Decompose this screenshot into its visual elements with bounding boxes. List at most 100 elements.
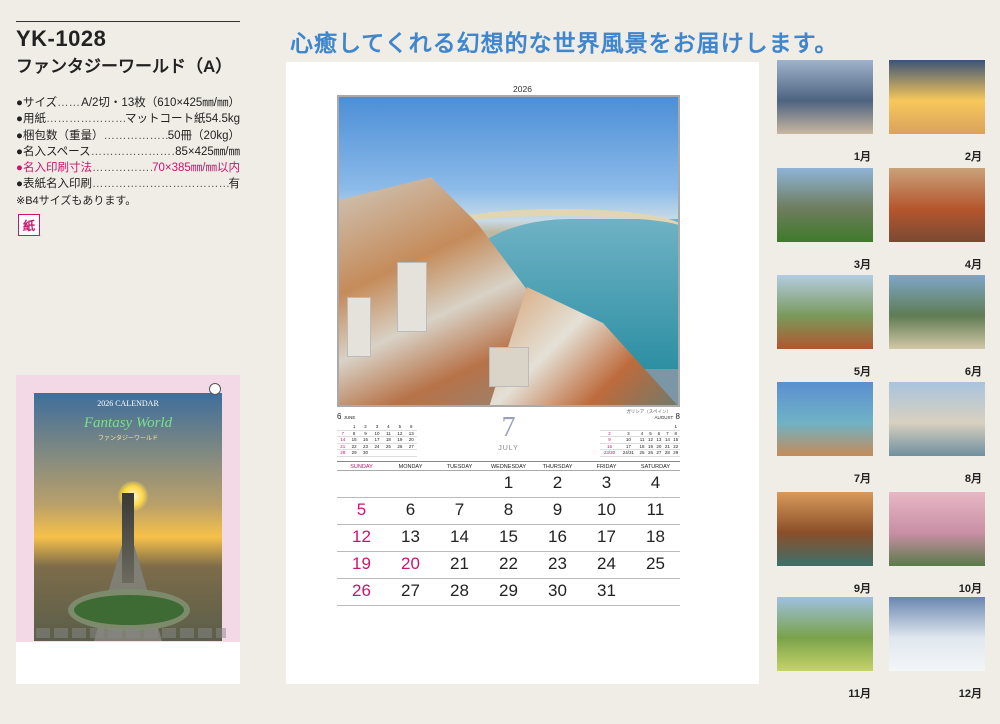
mini-day: 29 [671, 449, 680, 457]
day-number: 1 [503, 473, 514, 492]
day-number: 9 [552, 500, 563, 519]
day-cell: 27 [386, 579, 435, 605]
building-image [347, 297, 371, 357]
dot-leader [91, 144, 176, 160]
mini-month-name: AUGUST [654, 415, 674, 420]
month-photo [337, 95, 680, 407]
day-number: 14 [450, 527, 469, 546]
day-cell: 21 [435, 552, 484, 578]
headline: 心癒してくれる幻想的な世界風景をお届けします。 [290, 30, 839, 56]
dot-leader [46, 111, 125, 127]
day-number: 7 [454, 500, 465, 519]
day-number: 15 [499, 527, 518, 546]
mini-day: 28 [663, 449, 672, 457]
month-thumbnail: 10月 [883, 492, 985, 595]
spec-row: ●梱包数（重量） 50冊（20kg） [16, 128, 240, 144]
spec-row: ●名入印刷寸法 70×385㎜/㎜以内 [16, 160, 240, 176]
day-number: 4 [650, 473, 661, 492]
dot-leader [57, 95, 81, 111]
day-cell: 29 [484, 579, 533, 605]
thumbnail-image [889, 382, 985, 456]
day-cell: 6 [386, 498, 435, 524]
day-cell: 10 [582, 498, 631, 524]
month-thumbnail: 11月 [772, 597, 873, 700]
cover-name-space [16, 642, 240, 684]
thumbnail-month-label: 2月 [964, 151, 982, 163]
thumbnail-image [777, 60, 873, 134]
spec-row: ●表紙名入印刷 有 [16, 176, 240, 192]
thumbnail-image [777, 275, 873, 349]
spec-label: ●梱包数（重量） [16, 129, 104, 142]
mini-calendar-table: 1 2 3 4 5 6 7 8 9 10 11 12 13 14 15 16 17 18 19 20 21 22 23/30… [600, 424, 680, 457]
day-cell [435, 471, 484, 497]
day-cell: 15 [484, 525, 533, 551]
spec-value: 50冊（20kg） [167, 129, 240, 142]
cover-script-title: Fantasy World [83, 415, 173, 431]
day-number: 19 [352, 554, 371, 573]
day-cell: 30 [533, 579, 582, 605]
week-row: 19 20 21 22 23 24 25 [337, 552, 680, 579]
day-number: 8 [503, 500, 514, 519]
day-cell: 16 [533, 525, 582, 551]
day-cell: 11 [631, 498, 680, 524]
thumbnail-image [889, 275, 985, 349]
day-number: 27 [401, 581, 420, 600]
thumbnail-image [889, 60, 985, 134]
month-thumbnail: 5月 [772, 275, 873, 378]
mini-day: 27 [654, 449, 664, 457]
day-number: 26 [352, 581, 371, 600]
week-row: 1 2 3 4 [337, 471, 680, 498]
day-cell: 28 [435, 579, 484, 605]
dot-leader [92, 160, 152, 176]
day-number: 20 [401, 554, 420, 573]
day-cell: 18 [631, 525, 680, 551]
day-cell: 5 [337, 498, 386, 524]
calendar-year: 2026 [513, 84, 532, 94]
thumbnail-image [889, 492, 985, 566]
thumbnail-month-label: 10月 [958, 583, 982, 595]
spec-row: ●サイズ A/2切・13枚（610×425㎜/㎜） [16, 95, 240, 111]
day-number: 10 [597, 500, 616, 519]
day-number: 24 [597, 554, 616, 573]
week-row: 26 27 28 29 30 31 [337, 579, 680, 606]
cover-thumbnail: 2026 CALENDAR Fantasy World ファンタジーワールド [16, 375, 240, 684]
day-number: 23 [548, 554, 567, 573]
day-cell [631, 579, 680, 605]
thumbnail-image [777, 597, 873, 671]
month-thumbnail: 6月 [883, 275, 985, 378]
day-number: 25 [646, 554, 665, 573]
month-thumbnail: 9月 [772, 492, 873, 595]
spec-list: ●サイズ A/2切・13枚（610×425㎜/㎜） ●用紙 マットコート紙54.5kg… [16, 95, 240, 193]
spec-label: ●名入印刷寸法 [16, 162, 92, 175]
spec-label: ●名入スペース [16, 145, 91, 158]
thumbnail-image [777, 382, 873, 456]
day-number: 29 [499, 581, 518, 600]
mini-calendar-header: AUGUST 8 [600, 412, 680, 424]
thumbnail-image [889, 168, 985, 242]
day-number: 12 [352, 527, 371, 546]
day-number: 6 [405, 500, 416, 519]
day-cell: 25 [631, 552, 680, 578]
spec-value: 70×385㎜/㎜以内 [152, 162, 240, 175]
week-row: 12 13 14 15 16 17 18 [337, 525, 680, 552]
day-number: 17 [597, 527, 616, 546]
day-number: 22 [499, 554, 518, 573]
coastal-city-image [339, 97, 678, 405]
mini-day: 24/31 [618, 449, 638, 457]
day-cell: 23 [533, 552, 582, 578]
spec-value: マットコート紙54.5kg [124, 113, 240, 126]
building-image [397, 262, 427, 332]
spec-value: 有 [228, 178, 241, 191]
day-number: 18 [646, 527, 665, 546]
month-thumbnail: 1月 [772, 60, 873, 163]
thumbnail-month-label: 8月 [964, 473, 982, 485]
weekday-header-row: SUNDAY MONDAY TUESDAY WEDNESDAY THURSDAY FRID… [337, 461, 680, 471]
thumbnail-month-label: 11月 [848, 688, 871, 700]
thumbnail-month-label: 12月 [958, 688, 982, 700]
day-cell: 1 [484, 471, 533, 497]
day-number: 30 [548, 581, 567, 600]
spec-label: ●表紙名入印刷 [16, 178, 92, 191]
mini-day: 23/30 [600, 449, 619, 457]
week-row: 5 6 7 8 9 10 11 [337, 498, 680, 525]
building-image [489, 347, 529, 387]
